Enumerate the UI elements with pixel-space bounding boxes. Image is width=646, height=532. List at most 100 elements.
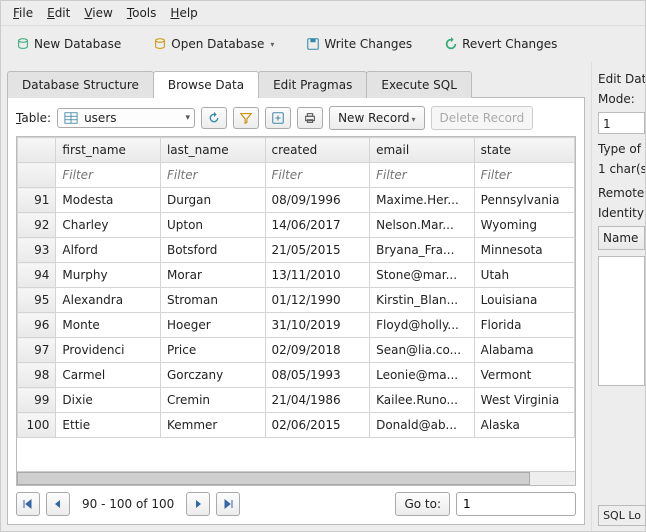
refresh-button[interactable]: [201, 107, 227, 129]
cell-created[interactable]: 08/09/1996: [265, 188, 370, 213]
cell-created[interactable]: 21/04/1986: [265, 388, 370, 413]
table-row[interactable]: 96MonteHoeger31/10/2019Floyd@holly...Flo…: [18, 313, 575, 338]
print-button[interactable]: [297, 107, 323, 129]
cell-email[interactable]: Sean@lia.co...: [370, 338, 475, 363]
menu-file[interactable]: File: [7, 3, 39, 23]
first-page-button[interactable]: [16, 492, 40, 516]
menu-edit[interactable]: Edit: [41, 3, 76, 23]
cell-email[interactable]: Bryana_Fra...: [370, 238, 475, 263]
tab-execute-sql[interactable]: Execute SQL: [366, 71, 472, 98]
filter-last_name[interactable]: [161, 163, 265, 187]
cell-state[interactable]: West Virginia: [474, 388, 574, 413]
cell-first_name[interactable]: Dixie: [56, 388, 161, 413]
tab-edit-pragmas[interactable]: Edit Pragmas: [258, 71, 367, 98]
table-row[interactable]: 92CharleyUpton14/06/2017Nelson.Mar...Wyo…: [18, 213, 575, 238]
cell-state[interactable]: Minnesota: [474, 238, 574, 263]
cell-last_name[interactable]: Durgan: [160, 188, 265, 213]
menu-help[interactable]: Help: [164, 3, 203, 23]
next-page-button[interactable]: [186, 492, 210, 516]
table-row[interactable]: 94MurphyMorar13/11/2010Stone@mar...Utah: [18, 263, 575, 288]
cell-last_name[interactable]: Morar: [160, 263, 265, 288]
cell-state[interactable]: Florida: [474, 313, 574, 338]
cell-last_name[interactable]: Stroman: [160, 288, 265, 313]
prev-page-button[interactable]: [46, 492, 70, 516]
cell-email[interactable]: Kirstin_Blan...: [370, 288, 475, 313]
name-list[interactable]: [598, 256, 645, 386]
write-changes-button[interactable]: Write Changes: [299, 32, 419, 56]
col-last_name[interactable]: last_name: [160, 138, 265, 163]
cell-last_name[interactable]: Botsford: [160, 238, 265, 263]
filter-created[interactable]: [266, 163, 370, 187]
new-database-button[interactable]: New Database: [9, 32, 128, 56]
cell-first_name[interactable]: Charley: [56, 213, 161, 238]
table-select[interactable]: users ▾: [57, 108, 195, 128]
tab-browse-data[interactable]: Browse Data: [153, 71, 259, 98]
goto-button[interactable]: Go to:: [395, 492, 450, 516]
cell-last_name[interactable]: Hoeger: [160, 313, 265, 338]
open-database-button[interactable]: Open Database ▾: [146, 32, 281, 56]
cell-state[interactable]: Alaska: [474, 413, 574, 438]
cell-email[interactable]: Donald@ab...: [370, 413, 475, 438]
cell-first_name[interactable]: Providenci: [56, 338, 161, 363]
cell-first_name[interactable]: Monte: [56, 313, 161, 338]
horizontal-scrollbar[interactable]: [17, 471, 575, 485]
new-record-button[interactable]: New Record▾: [329, 106, 424, 130]
filter-first_name[interactable]: [56, 163, 160, 187]
tab-database-structure[interactable]: Database Structure: [7, 71, 154, 98]
cell-created[interactable]: 02/09/2018: [265, 338, 370, 363]
cell-first_name[interactable]: Modesta: [56, 188, 161, 213]
cell-state[interactable]: Alabama: [474, 338, 574, 363]
last-page-button[interactable]: [216, 492, 240, 516]
clear-filters-button[interactable]: [233, 107, 259, 129]
cell-email[interactable]: Maxime.Her...: [370, 188, 475, 213]
filter-state[interactable]: [475, 163, 574, 187]
cell-created[interactable]: 02/06/2015: [265, 413, 370, 438]
cell-state[interactable]: Wyoming: [474, 213, 574, 238]
cell-email[interactable]: Kailee.Runo...: [370, 388, 475, 413]
table-row[interactable]: 97ProvidenciPrice02/09/2018Sean@lia.co..…: [18, 338, 575, 363]
cell-created[interactable]: 21/05/2015: [265, 238, 370, 263]
col-state[interactable]: state: [474, 138, 574, 163]
cell-last_name[interactable]: Kemmer: [160, 413, 265, 438]
menu-tools[interactable]: Tools: [121, 3, 163, 23]
cell-created[interactable]: 14/06/2017: [265, 213, 370, 238]
cell-last_name[interactable]: Gorczany: [160, 363, 265, 388]
chevron-down-icon[interactable]: ▾: [270, 40, 274, 49]
cell-first_name[interactable]: Carmel: [56, 363, 161, 388]
mode-value[interactable]: 1: [598, 112, 645, 134]
table-row[interactable]: 93AlfordBotsford21/05/2015Bryana_Fra...M…: [18, 238, 575, 263]
sql-log-tab[interactable]: SQL Lo: [598, 505, 646, 526]
cell-state[interactable]: Louisiana: [474, 288, 574, 313]
cell-email[interactable]: Stone@mar...: [370, 263, 475, 288]
cell-email[interactable]: Leonie@ma...: [370, 363, 475, 388]
cell-last_name[interactable]: Cremin: [160, 388, 265, 413]
revert-changes-button[interactable]: Revert Changes: [437, 32, 564, 56]
cell-last_name[interactable]: Upton: [160, 213, 265, 238]
cell-created[interactable]: 31/10/2019: [265, 313, 370, 338]
table-row[interactable]: 99DixieCremin21/04/1986Kailee.Runo...Wes…: [18, 388, 575, 413]
cell-last_name[interactable]: Price: [160, 338, 265, 363]
cell-created[interactable]: 01/12/1990: [265, 288, 370, 313]
cell-created[interactable]: 13/11/2010: [265, 263, 370, 288]
cell-first_name[interactable]: Ettie: [56, 413, 161, 438]
cell-first_name[interactable]: Alford: [56, 238, 161, 263]
cell-email[interactable]: Nelson.Mar...: [370, 213, 475, 238]
cell-state[interactable]: Pennsylvania: [474, 188, 574, 213]
table-row[interactable]: 100EttieKemmer02/06/2015Donald@ab...Alas…: [18, 413, 575, 438]
table-row[interactable]: 95AlexandraStroman01/12/1990Kirstin_Blan…: [18, 288, 575, 313]
cell-state[interactable]: Vermont: [474, 363, 574, 388]
col-email[interactable]: email: [370, 138, 475, 163]
table-row[interactable]: 98CarmelGorczany08/05/1993Leonie@ma...Ve…: [18, 363, 575, 388]
menu-view[interactable]: View: [78, 3, 118, 23]
cell-state[interactable]: Utah: [474, 263, 574, 288]
save-table-button[interactable]: [265, 107, 291, 129]
cell-email[interactable]: Floyd@holly...: [370, 313, 475, 338]
cell-created[interactable]: 08/05/1993: [265, 363, 370, 388]
col-created[interactable]: created: [265, 138, 370, 163]
col-first_name[interactable]: first_name: [56, 138, 161, 163]
cell-first_name[interactable]: Alexandra: [56, 288, 161, 313]
table-row[interactable]: 91ModestaDurgan08/09/1996Maxime.Her...Pe…: [18, 188, 575, 213]
goto-input[interactable]: [456, 492, 576, 516]
cell-first_name[interactable]: Murphy: [56, 263, 161, 288]
filter-email[interactable]: [370, 163, 474, 187]
